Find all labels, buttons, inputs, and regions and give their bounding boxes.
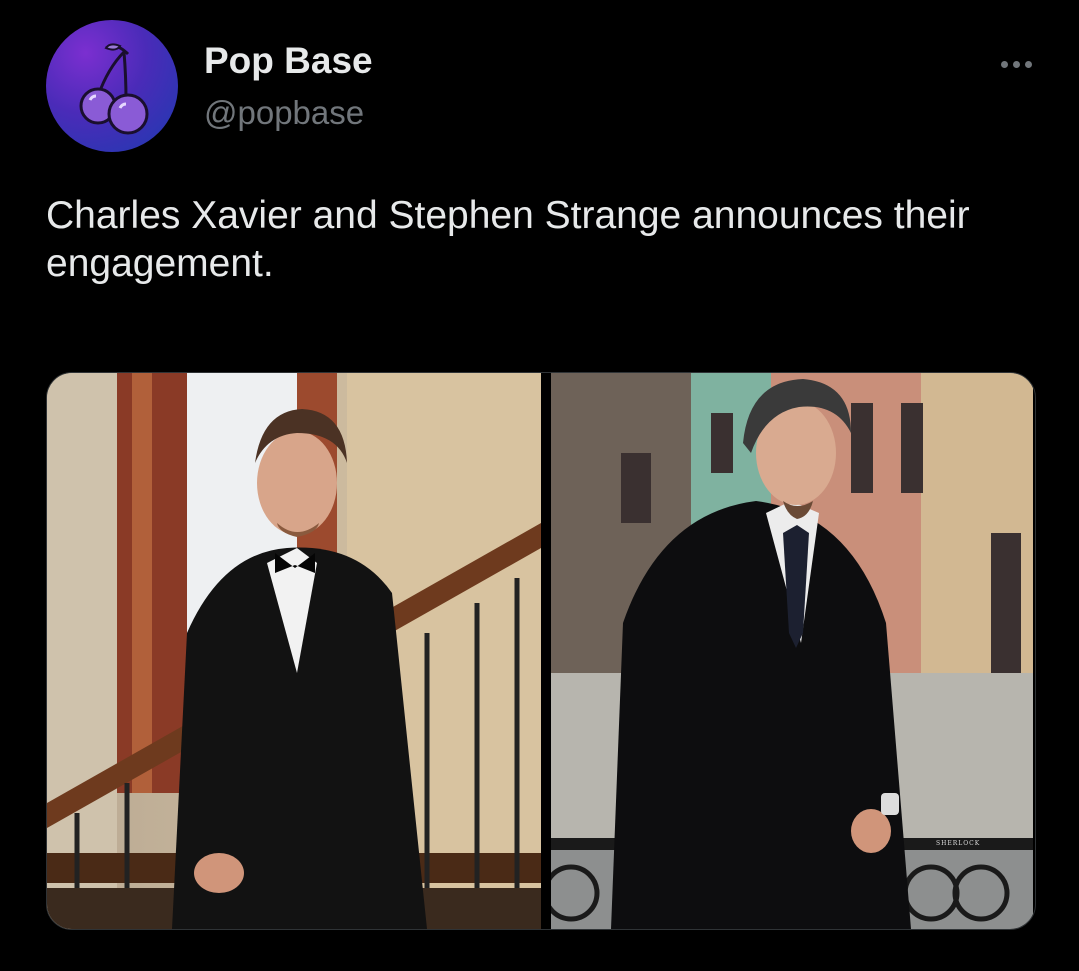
photo-left[interactable] bbox=[47, 373, 541, 929]
watermark: SHERLOCK bbox=[936, 840, 981, 847]
photo-right[interactable]: SHERLOCK bbox=[551, 373, 1033, 929]
dot bbox=[1024, 60, 1032, 68]
author-handle[interactable]: @popbase bbox=[204, 94, 364, 132]
avatar[interactable] bbox=[46, 20, 178, 152]
cherry-icon bbox=[79, 43, 149, 135]
more-options-icon[interactable] bbox=[996, 52, 1036, 76]
dot bbox=[1000, 60, 1008, 68]
media-grid: SHERLOCK bbox=[46, 372, 1036, 930]
tuxedo-photo bbox=[47, 373, 541, 929]
tweet-text: Charles Xavier and Stephen Strange annou… bbox=[46, 194, 970, 286]
dot bbox=[1012, 60, 1020, 68]
author-name[interactable]: Pop Base bbox=[204, 40, 373, 82]
